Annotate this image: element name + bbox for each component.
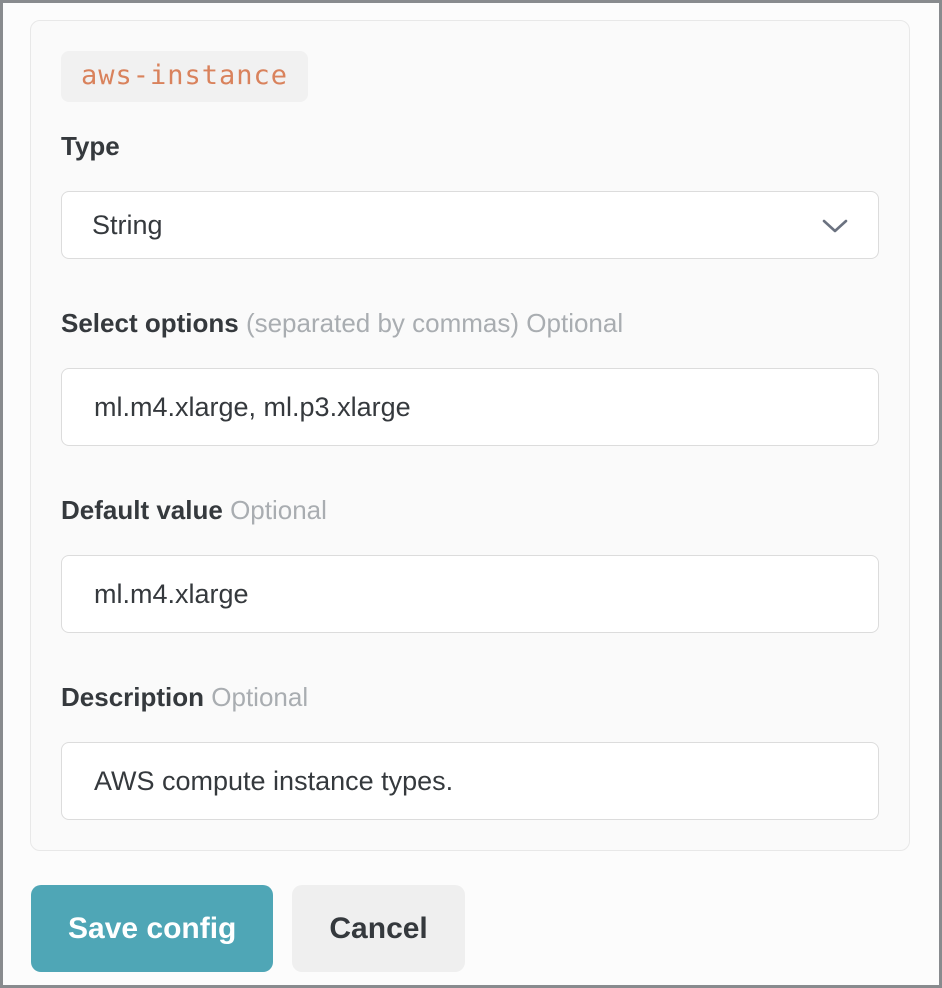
description-label-text: Description (61, 682, 205, 712)
default-value-optional: Optional (230, 495, 327, 525)
config-form-card: aws-instance Type String Select options … (30, 20, 910, 851)
select-options-input[interactable] (61, 368, 879, 446)
type-label: Type (61, 130, 879, 163)
type-label-text: Type (61, 131, 120, 161)
default-value-label: Default value Optional (61, 494, 879, 527)
select-options-label: Select options (separated by commas) Opt… (61, 307, 879, 340)
select-options-optional: Optional (526, 308, 624, 338)
chevron-down-icon (822, 210, 848, 241)
default-value-input[interactable] (61, 555, 879, 633)
default-value-label-text: Default value (61, 495, 223, 525)
save-config-button[interactable]: Save config (31, 885, 274, 972)
type-select[interactable]: String (61, 191, 879, 259)
cancel-button[interactable]: Cancel (292, 885, 465, 972)
select-options-label-text: Select options (61, 308, 239, 338)
select-options-hint: (separated by commas) Optional (245, 308, 624, 338)
description-input[interactable] (61, 742, 879, 820)
parameter-name-badge: aws-instance (61, 51, 309, 102)
form-actions: Save config Cancel (31, 885, 939, 972)
type-select-value: String (92, 209, 163, 240)
description-optional: Optional (211, 682, 309, 712)
description-label: Description Optional (61, 681, 879, 714)
